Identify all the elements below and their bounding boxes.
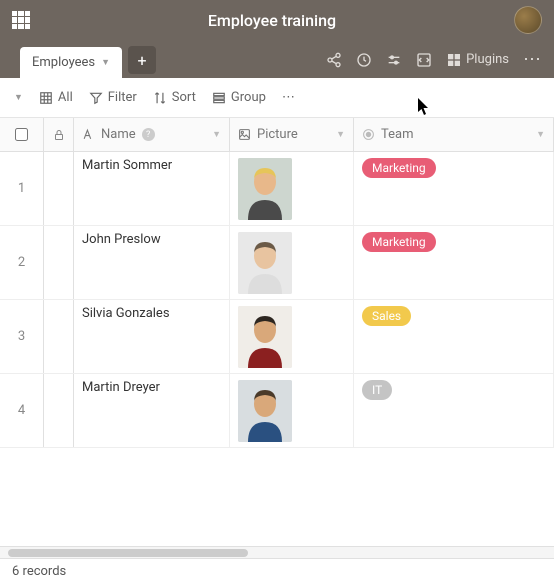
column-header-team[interactable]: Team ▼ (354, 118, 554, 151)
chevron-down-icon: ▼ (101, 57, 110, 68)
view-menu[interactable]: ▼ (14, 92, 23, 103)
row-lock-cell (44, 374, 74, 447)
column-header-picture[interactable]: Picture ▼ (230, 118, 354, 151)
employee-photo (238, 158, 292, 220)
filter-button[interactable]: Filter (89, 90, 137, 105)
table-row[interactable]: 4 Martin Dreyer IT (0, 374, 554, 448)
more-icon[interactable]: ⋯ (523, 49, 542, 70)
cell-name[interactable]: Martin Sommer (74, 152, 230, 225)
horizontal-scrollbar[interactable] (0, 546, 554, 558)
row-index: 1 (0, 152, 44, 225)
all-view[interactable]: All (39, 90, 73, 105)
help-icon[interactable]: ? (142, 128, 155, 141)
cell-name[interactable]: Martin Dreyer (74, 374, 230, 447)
cell-name[interactable]: John Preslow (74, 226, 230, 299)
row-lock-cell (44, 226, 74, 299)
cell-picture[interactable] (230, 300, 354, 373)
employee-photo (238, 306, 292, 368)
row-lock-cell (44, 152, 74, 225)
select-all-checkbox[interactable] (15, 128, 28, 141)
plugins-label: Plugins (466, 52, 509, 67)
cursor-icon (418, 98, 432, 116)
sort-button[interactable]: Sort (153, 90, 196, 105)
column-header-name[interactable]: Name ? ▼ (74, 118, 230, 151)
team-tag: Sales (362, 306, 411, 326)
page-title: Employee training (30, 11, 514, 30)
cell-picture[interactable] (230, 374, 354, 447)
table-row[interactable]: 2 John Preslow Marketing (0, 226, 554, 300)
chevron-down-icon: ▼ (336, 129, 345, 140)
add-tab-button[interactable]: + (128, 46, 156, 74)
cell-picture[interactable] (230, 152, 354, 225)
employee-photo (238, 232, 292, 294)
user-avatar[interactable] (514, 6, 542, 34)
employee-photo (238, 380, 292, 442)
row-index: 4 (0, 374, 44, 447)
team-tag: Marketing (362, 158, 436, 178)
team-tag: IT (362, 380, 392, 400)
toolbar-more-icon[interactable]: ⋯ (282, 90, 296, 105)
apps-icon[interactable] (12, 11, 30, 29)
chevron-down-icon: ▼ (212, 129, 221, 140)
record-count: 6 records (12, 564, 66, 579)
share-icon[interactable] (326, 52, 342, 68)
row-index: 2 (0, 226, 44, 299)
table-row[interactable]: 1 Martin Sommer Marketing (0, 152, 554, 226)
table-row[interactable]: 3 Silvia Gonzales Sales (0, 300, 554, 374)
group-button[interactable]: Group (212, 90, 266, 105)
row-lock-cell (44, 300, 74, 373)
code-icon[interactable] (416, 52, 432, 68)
lock-column[interactable] (44, 118, 74, 151)
chevron-down-icon: ▼ (536, 129, 545, 140)
row-index: 3 (0, 300, 44, 373)
plugins-button[interactable]: Plugins (446, 52, 509, 68)
cell-team[interactable]: IT (354, 374, 554, 447)
cell-picture[interactable] (230, 226, 354, 299)
select-all-cell (0, 118, 44, 151)
cell-team[interactable]: Marketing (354, 226, 554, 299)
team-tag: Marketing (362, 232, 436, 252)
history-icon[interactable] (356, 52, 372, 68)
cell-team[interactable]: Marketing (354, 152, 554, 225)
tab-label: Employees (32, 55, 95, 70)
settings-icon[interactable] (386, 52, 402, 68)
cell-team[interactable]: Sales (354, 300, 554, 373)
tab-employees[interactable]: Employees ▼ (20, 47, 122, 78)
cell-name[interactable]: Silvia Gonzales (74, 300, 230, 373)
